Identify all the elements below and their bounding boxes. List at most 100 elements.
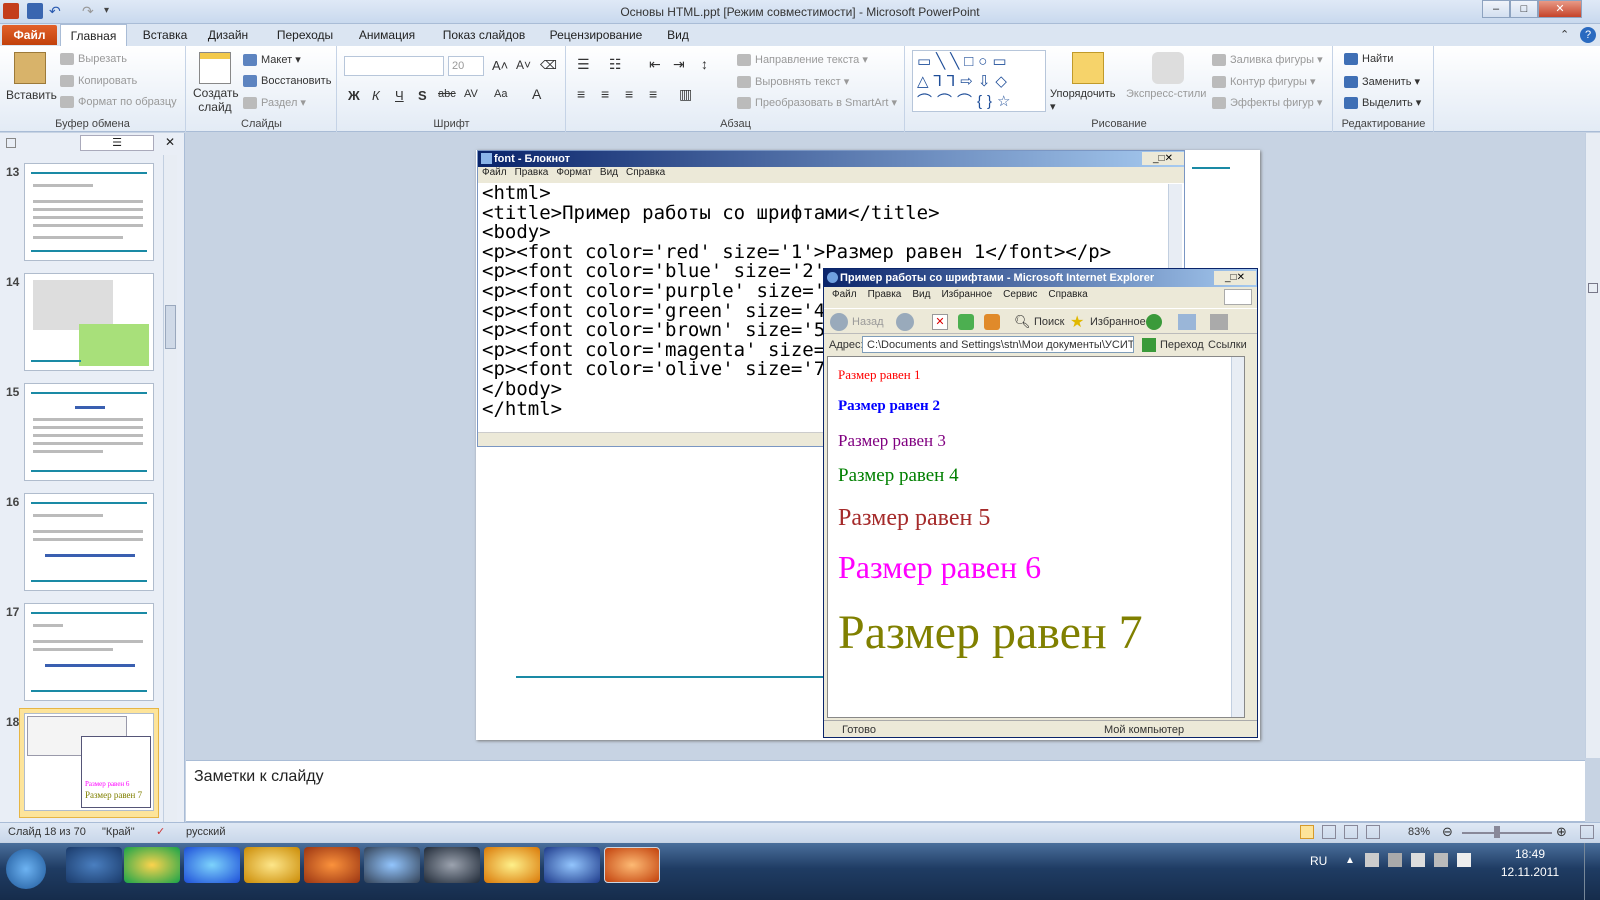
zoom-out-icon[interactable]: ⊖ xyxy=(1442,824,1453,840)
menu-view[interactable]: Вид xyxy=(912,289,930,300)
reset-button[interactable]: Восстановить xyxy=(243,75,331,88)
numbering-icon[interactable]: ☷ xyxy=(609,56,622,73)
ie-window-controls[interactable]: _□✕ xyxy=(1214,271,1256,285)
align-center-icon[interactable]: ≡ xyxy=(601,86,609,102)
maximize-button[interactable]: □ xyxy=(1510,0,1538,18)
clock-date[interactable]: 12.11.2011 xyxy=(1492,865,1568,879)
fit-window-icon[interactable] xyxy=(1580,825,1594,839)
line-spacing-icon[interactable]: ↕ xyxy=(701,56,708,72)
action-center-icon[interactable] xyxy=(1365,853,1379,867)
section-button[interactable]: Раздел ▾ xyxy=(243,96,306,110)
menu-tools[interactable]: Сервис xyxy=(1003,289,1037,300)
menu-view[interactable]: Вид xyxy=(600,167,618,178)
justify-icon[interactable]: ≡ xyxy=(649,86,657,102)
explorer-folder-icon[interactable] xyxy=(244,847,300,883)
italic-button[interactable]: К xyxy=(372,88,380,103)
tab-insert[interactable]: Вставка xyxy=(135,24,195,46)
mail-envelope-icon[interactable] xyxy=(484,847,540,883)
print-icon[interactable] xyxy=(1210,314,1228,330)
increase-indent-icon[interactable]: ⇥ xyxy=(673,56,685,73)
menu-file[interactable]: Файл xyxy=(482,167,507,178)
chrome-icon[interactable] xyxy=(124,847,180,883)
go-button[interactable]: Переход xyxy=(1160,339,1204,351)
menu-edit[interactable]: Правка xyxy=(868,289,902,300)
tab-review[interactable]: Рецензирование xyxy=(544,24,648,46)
menu-format[interactable]: Формат xyxy=(556,167,592,178)
shadow-button[interactable]: S xyxy=(418,88,427,103)
arrange-icon[interactable] xyxy=(1072,52,1104,84)
columns-icon[interactable]: ▥ xyxy=(679,86,692,103)
slideshow-view-icon[interactable] xyxy=(1366,825,1380,839)
tab-home[interactable]: Главная xyxy=(60,24,127,46)
notepad-window-controls[interactable]: _□✕ xyxy=(1142,152,1184,165)
home-icon[interactable] xyxy=(984,314,1000,330)
media-player-icon[interactable] xyxy=(66,847,122,883)
decrease-indent-icon[interactable]: ⇤ xyxy=(649,56,661,73)
menu-file[interactable]: Файл xyxy=(832,289,857,300)
start-button[interactable] xyxy=(6,849,46,889)
new-slide-button[interactable]: Создать слайд xyxy=(193,86,239,114)
slide-thumbnail-18[interactable]: Размер равен 6 Размер равен 7 xyxy=(24,713,154,811)
scroll-thumb[interactable] xyxy=(165,305,176,349)
shape-outline-button[interactable]: Контур фигуры ▾ xyxy=(1212,75,1316,89)
shapes-gallery[interactable]: ▭╲╲□○▭ △⅂⅂⇨⇩◇ ⌒⌒⌒{}☆ xyxy=(912,50,1046,112)
back-button[interactable]: Назад xyxy=(852,316,884,328)
slide-thumbnail-13[interactable] xyxy=(24,163,154,261)
sorter-view-icon[interactable] xyxy=(1322,825,1336,839)
tray-expand-icon[interactable]: ▲ xyxy=(1345,855,1355,866)
tab-slideshow[interactable]: Показ слайдов xyxy=(436,24,532,46)
new-slide-icon[interactable] xyxy=(199,52,231,84)
search-button[interactable]: Поиск xyxy=(1034,316,1064,328)
spellcheck-icon[interactable]: ✓ xyxy=(156,825,165,838)
stop-icon[interactable]: ✕ xyxy=(932,314,948,330)
zoom-slider-thumb[interactable] xyxy=(1494,826,1500,838)
back-icon[interactable] xyxy=(830,313,848,331)
ribbon-minimize-icon[interactable]: ⌃ xyxy=(1560,28,1574,42)
history-icon[interactable] xyxy=(1146,314,1162,330)
firefox-icon[interactable] xyxy=(304,847,360,883)
cut-button[interactable]: Вырезать xyxy=(60,53,127,66)
address-input[interactable]: C:\Documents and Settings\stn\Мои докуме… xyxy=(862,336,1134,353)
align-right-icon[interactable]: ≡ xyxy=(625,86,633,102)
minimize-button[interactable]: – xyxy=(1482,0,1510,18)
close-button[interactable]: ✕ xyxy=(1538,0,1582,18)
slide-thumbnail-14[interactable] xyxy=(24,273,154,371)
shape-effects-button[interactable]: Эффекты фигур ▾ xyxy=(1212,96,1322,110)
refresh-icon[interactable] xyxy=(958,314,974,330)
menu-help[interactable]: Справка xyxy=(1048,289,1087,300)
network-icon[interactable] xyxy=(1388,853,1402,867)
menu-favorites[interactable]: Избранное xyxy=(941,289,992,300)
volume-icon[interactable] xyxy=(1457,853,1471,867)
font-color-button[interactable]: A xyxy=(532,86,541,102)
normal-view-icon[interactable] xyxy=(1300,825,1314,839)
clear-formatting-icon[interactable]: ⌫ xyxy=(540,58,557,72)
align-text-button[interactable]: Выровнять текст ▾ xyxy=(737,75,849,89)
copy-button[interactable]: Копировать xyxy=(60,75,137,88)
zoom-slider[interactable] xyxy=(1462,832,1552,834)
slide-thumbnail-17[interactable] xyxy=(24,603,154,701)
language-indicator[interactable]: русский xyxy=(186,826,225,838)
change-case-button[interactable]: Aa xyxy=(494,88,507,100)
strikethrough-button[interactable]: abc xyxy=(438,88,456,100)
align-left-icon[interactable]: ≡ xyxy=(577,86,585,102)
ie-scrollbar[interactable] xyxy=(1231,357,1244,717)
tab-transitions[interactable]: Переходы xyxy=(270,24,340,46)
slide-area-scrollbar[interactable] xyxy=(1585,133,1600,758)
shrink-font-icon[interactable]: A˅ xyxy=(516,58,531,72)
show-desktop-button[interactable] xyxy=(1584,843,1600,900)
battery-icon[interactable] xyxy=(1434,853,1448,867)
scanner-icon[interactable] xyxy=(424,847,480,883)
clock-time[interactable]: 18:49 xyxy=(1500,847,1560,861)
links-button[interactable]: Ссылки xyxy=(1208,339,1247,351)
file-tab[interactable]: Файл xyxy=(2,25,57,45)
paste-icon[interactable] xyxy=(14,52,46,84)
quick-styles-button[interactable]: Экспресс-стили xyxy=(1126,88,1206,100)
powerpoint-taskbar-icon[interactable] xyxy=(604,847,660,883)
text-direction-button[interactable]: Направление текста ▾ xyxy=(737,53,868,67)
ie-window[interactable]: Пример работы со шрифтами - Microsoft In… xyxy=(823,268,1258,738)
word-icon[interactable] xyxy=(544,847,600,883)
star-icon[interactable]: ★ xyxy=(1070,312,1084,332)
menu-edit[interactable]: Правка xyxy=(515,167,549,178)
forward-icon[interactable] xyxy=(896,313,914,331)
help-icon[interactable]: ? xyxy=(1580,27,1596,43)
